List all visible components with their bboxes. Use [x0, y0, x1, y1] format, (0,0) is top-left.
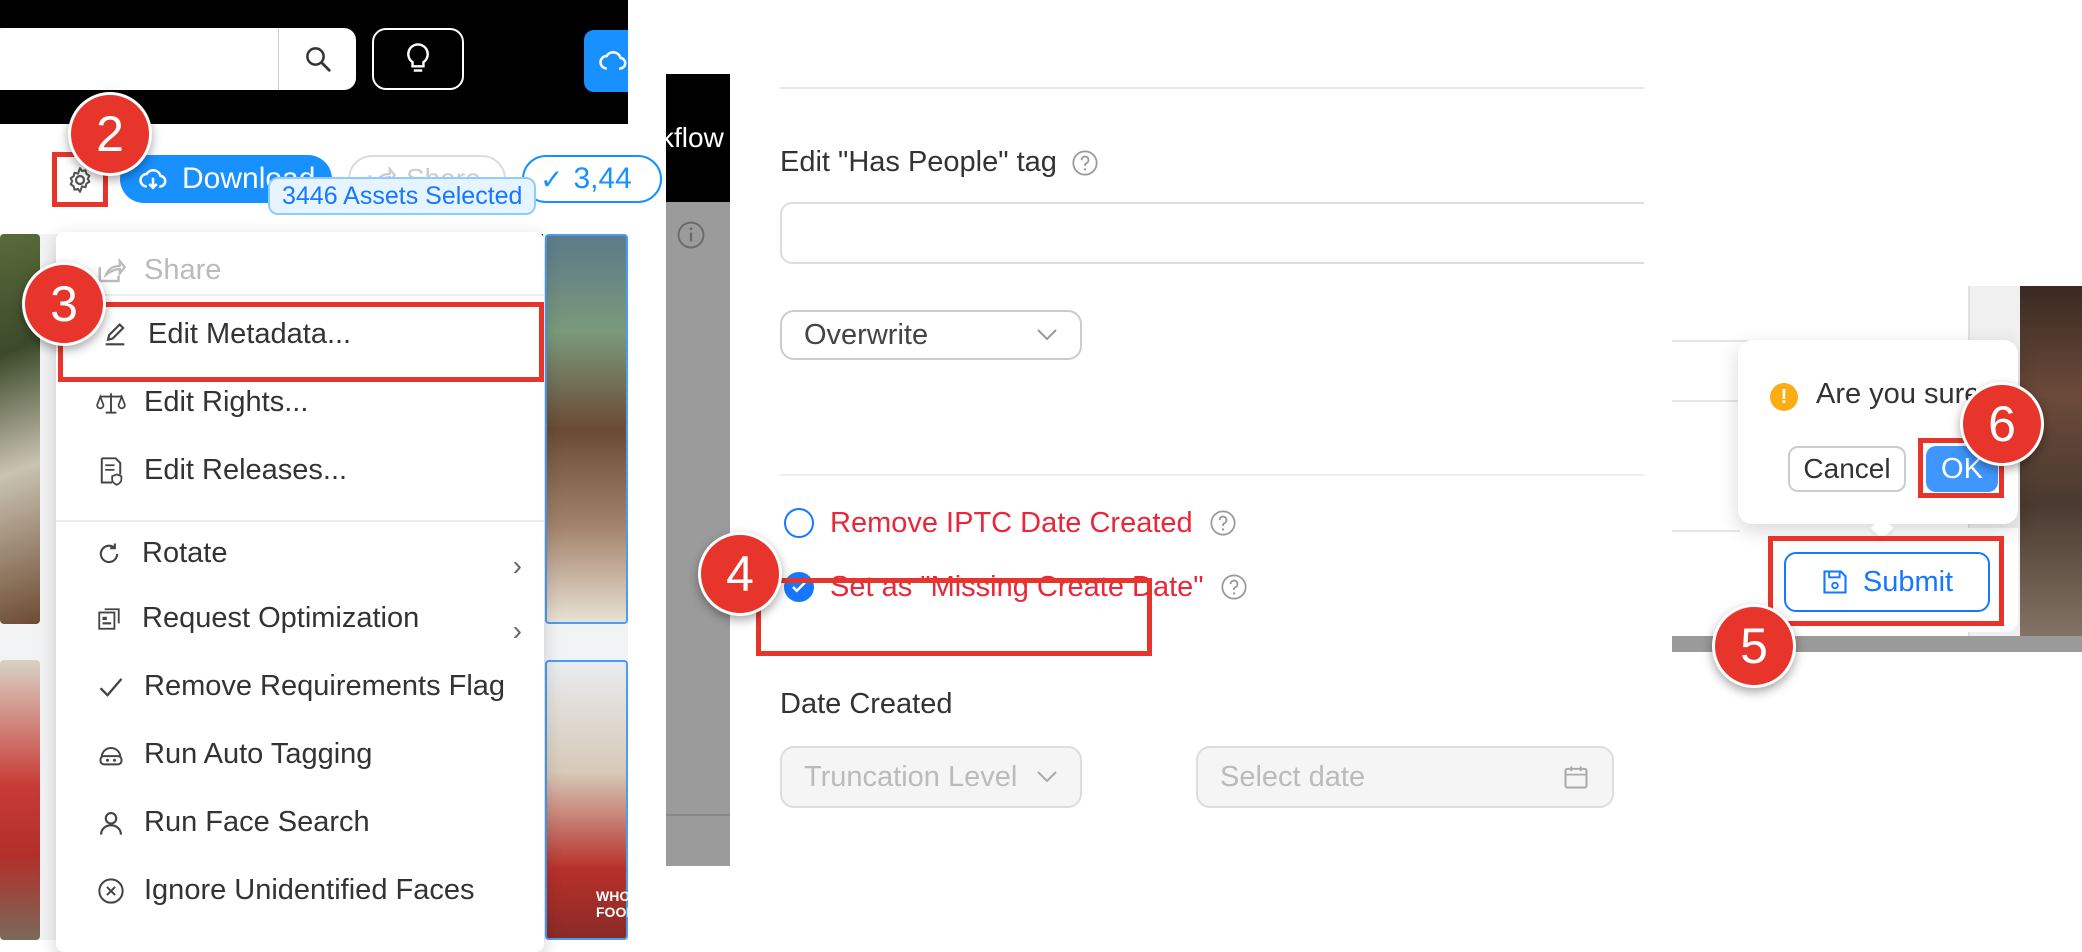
menu-item-run-face-search[interactable]: Run Face Search: [96, 806, 370, 839]
menu-item-label: Request Optimization: [142, 602, 420, 634]
step-badge-2: 2: [68, 92, 152, 176]
radio-unchecked[interactable]: [784, 508, 814, 538]
truncation-level-select[interactable]: Truncation Level: [780, 746, 1082, 808]
exclamation-circle-icon: !: [1770, 383, 1798, 411]
confirm-message: Are you sure: [1816, 378, 1976, 410]
edit-metadata-form: kflow Edit "Has People" tag Overwrite Re…: [666, 74, 1644, 866]
has-people-label-text: Edit "Has People" tag: [780, 146, 1057, 178]
date-placeholder: Select date: [1220, 760, 1366, 793]
question-circle-icon[interactable]: [1220, 573, 1248, 601]
menu-item-rotate[interactable]: Rotate: [94, 537, 227, 570]
cancel-button[interactable]: Cancel: [1788, 446, 1906, 492]
selected-count-label: 3,44: [573, 162, 632, 195]
step-badge-6: 6: [1960, 382, 2044, 466]
checkmark-icon: ✓: [540, 163, 564, 195]
user-icon: [96, 808, 126, 838]
asset-thumbnail[interactable]: [0, 660, 40, 940]
date-created-label: Date Created: [780, 688, 953, 720]
step-badge-4: 4: [698, 532, 782, 616]
close-circle-icon: [96, 876, 126, 906]
lightbulb-icon: [407, 43, 429, 72]
menu-item-edit-releases[interactable]: Edit Releases...: [96, 454, 347, 487]
mode-select-value: Overwrite: [804, 318, 929, 351]
info-icon: [676, 220, 706, 255]
photo-sign-text: WHO FOOD: [596, 888, 628, 920]
robot-icon: [96, 740, 126, 770]
check-icon: [96, 672, 126, 702]
menu-item-label: Rotate: [142, 537, 228, 569]
asset-thumbnail: [2020, 286, 2082, 652]
asset-thumbnail[interactable]: [545, 234, 628, 624]
menu-item-ignore-unidentified-faces[interactable]: Ignore Unidentified Faces: [96, 874, 474, 907]
menu-item-label: Ignore Unidentified Faces: [144, 874, 475, 906]
cloud-upload-icon: [599, 51, 627, 70]
mode-select[interactable]: Overwrite: [780, 310, 1082, 360]
section-divider: [780, 474, 1644, 476]
menu-item-request-optimization[interactable]: Request Optimization: [94, 602, 419, 635]
overlay-divider: [666, 814, 730, 816]
question-circle-icon[interactable]: [1071, 149, 1099, 177]
optimize-icon: [94, 604, 124, 634]
menu-divider: [56, 294, 544, 296]
background-overlay: [666, 202, 730, 866]
edit-metadata-highlight: [58, 302, 544, 382]
document-shield-icon: [96, 456, 126, 486]
menu-divider: [56, 520, 544, 522]
chevron-right-icon: ›: [512, 615, 522, 646]
background-header: kflow: [666, 74, 730, 202]
menu-item-label: Run Auto Tagging: [144, 738, 373, 770]
calendar-icon: [1564, 766, 1588, 789]
truncation-placeholder: Truncation Level: [804, 760, 1018, 793]
has-people-input[interactable]: [780, 202, 1644, 264]
search-icon: [306, 47, 331, 72]
rotate-icon: [94, 539, 124, 569]
chevron-down-icon: [1037, 771, 1057, 783]
chevron-down-icon: [1037, 329, 1057, 341]
section-divider: [780, 87, 1644, 89]
step-badge-3: 3: [22, 262, 106, 346]
date-picker-input[interactable]: Select date: [1196, 746, 1614, 808]
submit-highlight: [1768, 536, 2004, 626]
set-missing-highlight: [756, 578, 1152, 656]
partial-header-text: kflow: [666, 122, 724, 153]
cloud-download-icon: [139, 169, 167, 190]
share-icon: [96, 256, 126, 286]
ideas-button[interactable]: [372, 28, 464, 90]
menu-item-edit-rights[interactable]: Edit Rights...: [96, 386, 308, 419]
menu-item-share[interactable]: Share: [96, 254, 221, 287]
menu-item-label: Edit Rights...: [144, 386, 309, 418]
assets-selected-tooltip: 3446 Assets Selected: [268, 177, 537, 215]
remove-iptc-label: Remove IPTC Date Created: [830, 506, 1193, 539]
chevron-right-icon: ›: [512, 550, 522, 581]
upload-button[interactable]: [584, 30, 628, 92]
menu-item-label: Run Face Search: [144, 806, 370, 838]
has-people-field-label: Edit "Has People" tag: [780, 146, 1099, 179]
menu-item-run-auto-tagging[interactable]: Run Auto Tagging: [96, 738, 372, 771]
menu-item-remove-requirements-flag[interactable]: Remove Requirements Flag: [96, 670, 505, 703]
scales-icon: [96, 388, 126, 418]
selected-count-button[interactable]: ✓ 3,44: [522, 155, 662, 203]
menu-item-label: Remove Requirements Flag: [144, 670, 506, 702]
menu-item-label: Share: [144, 254, 222, 286]
question-circle-icon[interactable]: [1209, 509, 1237, 537]
step-badge-5: 5: [1712, 604, 1796, 688]
search-button[interactable]: [278, 28, 357, 90]
menu-item-label: Edit Releases...: [144, 454, 348, 486]
